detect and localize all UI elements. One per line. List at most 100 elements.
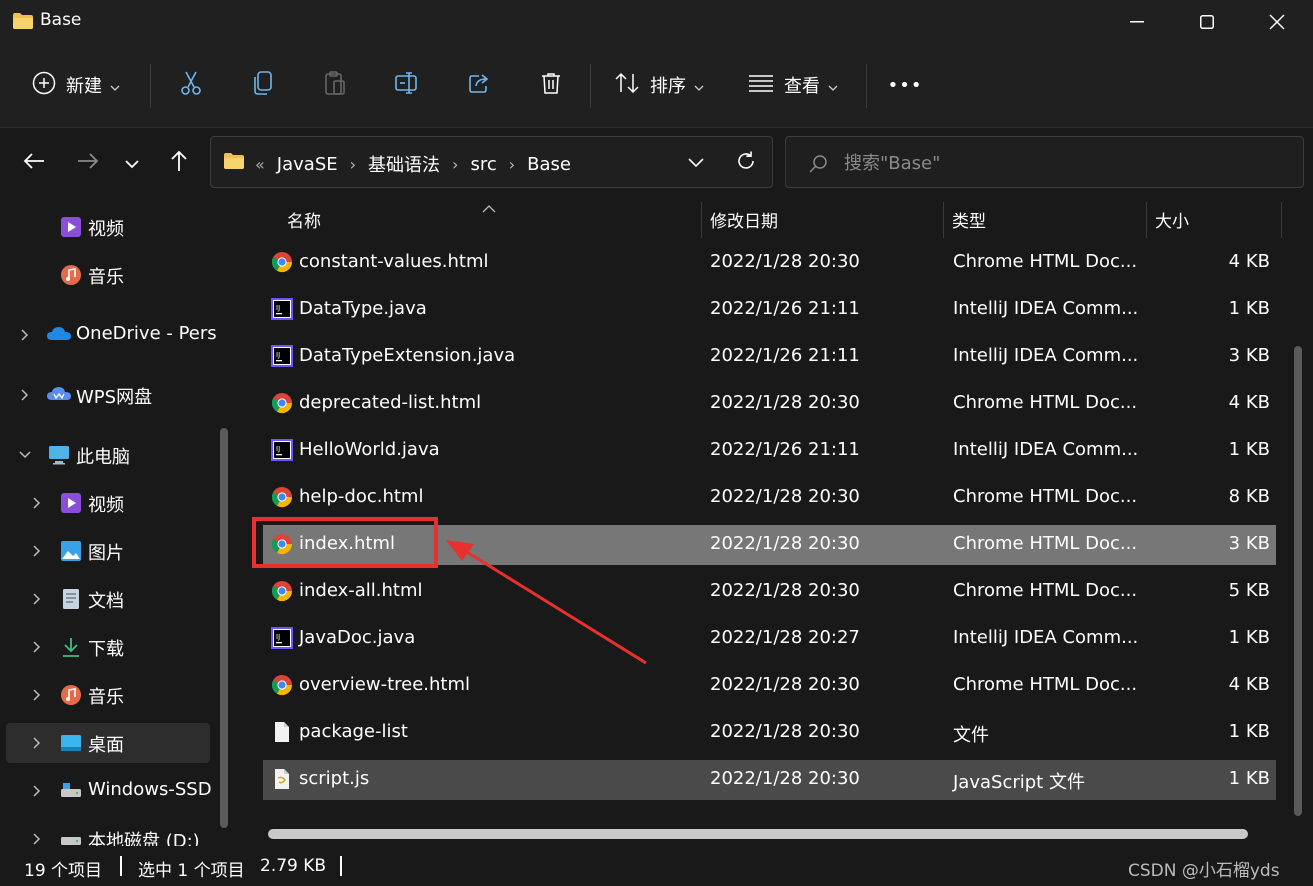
chevron-right-icon[interactable]	[18, 328, 32, 342]
file-size: 1 KB	[1228, 721, 1270, 742]
file-modified: 2022/1/28 20:30	[710, 768, 860, 789]
file-size: 4 KB	[1228, 392, 1270, 413]
chevron-right-icon[interactable]	[30, 496, 44, 510]
chevron-right-icon[interactable]	[18, 388, 32, 402]
sidebar-item-onedrive[interactable]: OneDrive - Pers	[6, 315, 217, 355]
file-size: 4 KB	[1228, 674, 1270, 695]
drive-icon	[60, 780, 82, 802]
column-divider[interactable]	[1146, 202, 1147, 238]
recent-locations-button[interactable]	[114, 145, 150, 181]
column-header-modified[interactable]: 修改日期	[710, 198, 940, 240]
file-row[interactable]: IJ DataTypeExtension.java 2022/1/26 21:11 I…	[263, 337, 1276, 377]
status-divider	[120, 856, 122, 876]
file-row[interactable]: IJ HelloWorld.java 2022/1/26 21:11 IntelliJ…	[263, 431, 1276, 471]
refresh-icon[interactable]	[735, 150, 757, 176]
up-button[interactable]	[161, 145, 197, 181]
file-name: DataTypeExtension.java	[299, 345, 516, 366]
back-button[interactable]	[16, 145, 52, 181]
sidebar-item-downloads[interactable]: 下载	[6, 627, 210, 667]
sidebar-item-label: 视频	[88, 219, 124, 240]
column-divider[interactable]	[943, 202, 944, 238]
forward-button[interactable]	[70, 145, 106, 181]
breadcrumb-chevron-icon[interactable]: ›	[452, 155, 458, 174]
sidebar-item-wps-cloud[interactable]: WPS网盘	[6, 375, 210, 415]
file-name: DataType.java	[299, 298, 427, 319]
breadcrumb-basic-syntax[interactable]: 基础语法	[368, 151, 440, 177]
sort-button[interactable]: 排序	[614, 62, 704, 108]
file-size: 1 KB	[1228, 439, 1270, 460]
wps-cloud-icon	[46, 384, 72, 406]
sidebar-item-pc-music[interactable]: 音乐	[6, 675, 210, 715]
file-list-horizontal-scrollbar[interactable]	[268, 829, 1248, 839]
sidebar-item-music[interactable]: 音乐	[6, 255, 210, 295]
file-list-scrollbar[interactable]	[1294, 346, 1302, 816]
breadcrumb-overflow[interactable]: «	[255, 155, 265, 174]
column-header-type[interactable]: 类型	[952, 198, 1142, 240]
view-label: 查看	[784, 76, 820, 97]
close-button[interactable]	[1242, 0, 1312, 44]
breadcrumb-chevron-icon[interactable]: ›	[350, 155, 356, 174]
file-row[interactable]: IJ JavaDoc.java 2022/1/28 20:27 IntelliJ ID…	[263, 619, 1276, 659]
sidebar-item-this-pc[interactable]: 此电脑	[6, 435, 210, 475]
chevron-right-icon[interactable]	[30, 832, 44, 846]
chevron-right-icon[interactable]	[30, 784, 44, 798]
sidebar-item-videos[interactable]: 视频	[6, 207, 210, 247]
sidebar-item-local-disk-d[interactable]: 本地磁盘 (D:)	[6, 819, 210, 846]
share-button[interactable]	[464, 62, 494, 108]
search-input[interactable]	[844, 149, 1284, 177]
sort-icon	[614, 71, 640, 99]
file-modified: 2022/1/28 20:30	[710, 533, 860, 554]
breadcrumb-src[interactable]: src	[470, 154, 496, 175]
file-modified: 2022/1/28 20:30	[710, 580, 860, 601]
cut-button[interactable]	[176, 62, 206, 108]
file-row[interactable]: script.js 2022/1/28 20:30 JavaScript 文件 1 K…	[263, 760, 1276, 800]
maximize-button[interactable]	[1172, 0, 1242, 44]
chevron-right-icon[interactable]	[30, 544, 44, 558]
file-explorer-window: Base 新建 排序 查看 ••• « JavaSE › 基础语法 › src …	[0, 0, 1313, 886]
column-header-size[interactable]: 大小	[1155, 198, 1275, 240]
file-size: 8 KB	[1228, 486, 1270, 507]
minimize-button[interactable]	[1102, 0, 1172, 44]
file-row[interactable]: package-list 2022/1/28 20:30 文件 1 KB	[263, 713, 1276, 753]
command-bar: 新建 排序 查看 •••	[0, 44, 1313, 128]
arrow-right-icon	[77, 152, 99, 174]
breadcrumb-chevron-icon[interactable]: ›	[509, 155, 515, 174]
chevron-right-icon[interactable]	[30, 592, 44, 606]
more-options-button[interactable]: •••	[888, 62, 922, 108]
chevron-down-icon	[828, 76, 838, 95]
address-history-button[interactable]	[687, 152, 705, 176]
sidebar-item-desktop[interactable]: 桌面	[6, 723, 210, 763]
rename-button[interactable]	[392, 62, 422, 108]
column-divider[interactable]	[701, 202, 702, 238]
chevron-right-icon[interactable]	[30, 640, 44, 654]
paste-button[interactable]	[320, 62, 350, 108]
chevron-right-icon[interactable]	[30, 688, 44, 702]
folder-icon	[223, 152, 245, 174]
delete-button[interactable]	[536, 62, 566, 108]
file-row[interactable]: deprecated-list.html 2022/1/28 20:30 Chrom…	[263, 384, 1276, 424]
file-row[interactable]: constant-values.html 2022/1/28 20:30 Chrom…	[263, 243, 1276, 283]
breadcrumb-base[interactable]: Base	[527, 154, 571, 175]
sidebar-item-pictures[interactable]: 图片	[6, 531, 210, 571]
sidebar-item-windows-ssd[interactable]: Windows-SSD	[6, 771, 212, 811]
address-bar[interactable]: « JavaSE › 基础语法 › src › Base	[210, 136, 773, 188]
view-button[interactable]: 查看	[748, 62, 838, 108]
file-name: help-doc.html	[299, 486, 424, 507]
column-header-name[interactable]: 名称	[287, 198, 697, 240]
new-button[interactable]: 新建	[32, 62, 120, 108]
chevron-down-icon[interactable]	[18, 448, 32, 462]
sidebar-item-documents[interactable]: 文档	[6, 579, 210, 619]
file-row[interactable]: IJ DataType.java 2022/1/26 21:11 IntelliJ I…	[263, 290, 1276, 330]
column-divider[interactable]	[1281, 202, 1282, 238]
file-modified: 2022/1/28 20:30	[710, 251, 860, 272]
copy-button[interactable]	[248, 62, 278, 108]
file-row[interactable]: help-doc.html 2022/1/28 20:30 Chrome HTML …	[263, 478, 1276, 518]
file-row[interactable]: index-all.html 2022/1/28 20:30 Chrome HTML…	[263, 572, 1276, 612]
sidebar-item-pc-videos[interactable]: 视频	[6, 483, 210, 523]
sidebar-item-label: OneDrive - Pers	[76, 323, 217, 344]
breadcrumb-javase[interactable]: JavaSE	[277, 154, 338, 175]
file-row[interactable]: overview-tree.html 2022/1/28 20:30 Chrome …	[263, 666, 1276, 706]
search-box[interactable]	[785, 136, 1304, 188]
chevron-right-icon[interactable]	[30, 736, 44, 750]
sidebar-scrollbar[interactable]	[220, 428, 228, 828]
